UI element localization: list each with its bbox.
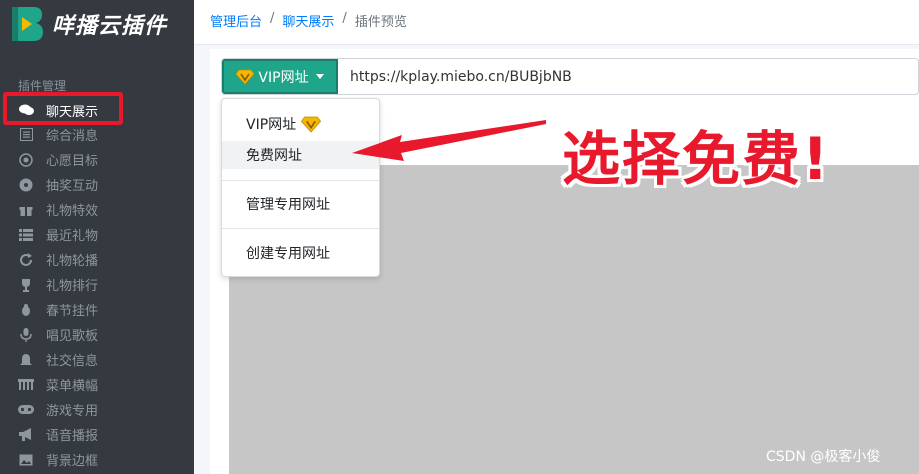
dropdown-item-label: 管理专用网址 [246, 197, 330, 213]
sidebar-item-label: 背景边框 [46, 454, 99, 469]
watermark: CSDN @极客小俊 [766, 449, 881, 465]
sidebar-item-menu-banner[interactable]: 菜单横幅 [0, 372, 194, 397]
breadcrumb-current: 插件预览 [354, 15, 407, 30]
url-input-group: VIP网址 [221, 58, 919, 95]
vip-url-dropdown-button[interactable]: VIP网址 [222, 59, 338, 94]
refresh-icon [18, 252, 34, 267]
sidebar-item-label: 礼物轮播 [46, 254, 99, 269]
annotation-text: 选择免费! [562, 125, 831, 193]
sidebar-item-gift-ranking[interactable]: 礼物排行 [0, 272, 194, 297]
trophy-icon [18, 278, 34, 292]
logo-icon [12, 7, 43, 41]
sidebar-item-lottery[interactable]: 抽奖互动 [0, 172, 194, 197]
dropdown-item-label: VIP网址 [246, 117, 297, 133]
banner-icon [18, 378, 34, 392]
bug-icon [18, 303, 34, 317]
dropdown-divider [222, 228, 379, 229]
sidebar-item-wish-goal[interactable]: 心愿目标 [0, 147, 194, 172]
sidebar-item-song-board[interactable]: 唱见歌板 [0, 322, 194, 347]
sidebar-item-label: 礼物特效 [46, 204, 99, 219]
bell-icon [18, 353, 34, 367]
comments-icon [18, 103, 34, 117]
sidebar-item-label: 社交信息 [46, 354, 99, 369]
sidebar-item-recent-gifts[interactable]: 最近礼物 [0, 222, 194, 247]
annotation-arrow [352, 120, 546, 161]
dropdown-item-label: 创建专用网址 [246, 246, 330, 262]
image-icon [18, 453, 34, 467]
sidebar-item-label: 心愿目标 [46, 154, 99, 169]
sidebar-item-label: 游戏专用 [46, 404, 99, 419]
sidebar-item-social-info[interactable]: 社交信息 [0, 347, 194, 372]
bullhorn-icon [18, 428, 34, 442]
breadcrumb: 管理后台 / 聊天展示 / 插件预览 [210, 11, 407, 30]
logo[interactable]: 咩播云插件 [0, 0, 194, 44]
sidebar-item-label: 春节挂件 [46, 304, 99, 319]
sidebar-item-label: 语音播报 [46, 429, 99, 444]
breadcrumb-separator: / [342, 11, 347, 26]
gamepad-icon [18, 178, 34, 192]
sidebar-item-festival-widget[interactable]: 春节挂件 [0, 297, 194, 322]
sidebar-item-gift-carousel[interactable]: 礼物轮播 [0, 247, 194, 272]
dropdown-item-create-url[interactable]: 创建专用网址 [222, 239, 379, 267]
sidebar-item-label: 菜单横幅 [46, 379, 99, 394]
breadcrumb-separator: / [270, 11, 275, 26]
microphone-icon [18, 327, 34, 342]
breadcrumb-home[interactable]: 管理后台 [210, 11, 262, 30]
sidebar-item-label: 抽奖互动 [46, 179, 99, 194]
sidebar-item-chat-display[interactable]: 聊天展示 [0, 98, 194, 122]
logo-text: 咩播云插件 [52, 14, 168, 39]
sidebar-item-label: 综合消息 [46, 129, 99, 144]
vip-diamond-icon [301, 116, 322, 133]
dropdown-item-admin-url[interactable]: 管理专用网址 [222, 190, 379, 218]
dropdown-divider [222, 180, 379, 181]
target-icon [18, 152, 34, 167]
sidebar-item-label: 礼物排行 [46, 279, 99, 294]
sidebar-item-game[interactable]: 游戏专用 [0, 397, 194, 422]
sidebar-item-label: 聊天展示 [46, 104, 99, 120]
dropdown-item-label: 免费网址 [246, 148, 302, 164]
sidebar-item-gift-effects[interactable]: 礼物特效 [0, 197, 194, 222]
sidebar-item-messages[interactable]: 综合消息 [0, 122, 194, 147]
gift-icon [18, 203, 34, 217]
url-field[interactable] [338, 59, 918, 94]
list-bullets-icon [18, 228, 34, 242]
list-icon [18, 128, 34, 142]
vip-diamond-icon [236, 69, 255, 85]
vip-button-label: VIP网址 [258, 69, 309, 86]
nav-list: 聊天展示 综合消息 心愿目标 抽奖互动 礼物特效 最近礼物 礼物轮播 礼物排行 … [0, 98, 194, 472]
sidebar-item-background-border[interactable]: 背景边框 [0, 447, 194, 472]
caret-down-icon [315, 74, 324, 79]
breadcrumb-section[interactable]: 聊天展示 [282, 11, 334, 30]
top-bar: 管理后台 / 聊天展示 / 插件预览 [194, 0, 919, 45]
game-controller-icon [18, 403, 34, 417]
sidebar: 咩播云插件 插件管理 聊天展示 综合消息 心愿目标 抽奖互动 礼物特效 最近礼物… [0, 0, 194, 474]
sidebar-item-voice-broadcast[interactable]: 语音播报 [0, 422, 194, 447]
sidebar-item-label: 唱见歌板 [46, 329, 99, 344]
sidebar-item-label: 最近礼物 [46, 229, 99, 244]
